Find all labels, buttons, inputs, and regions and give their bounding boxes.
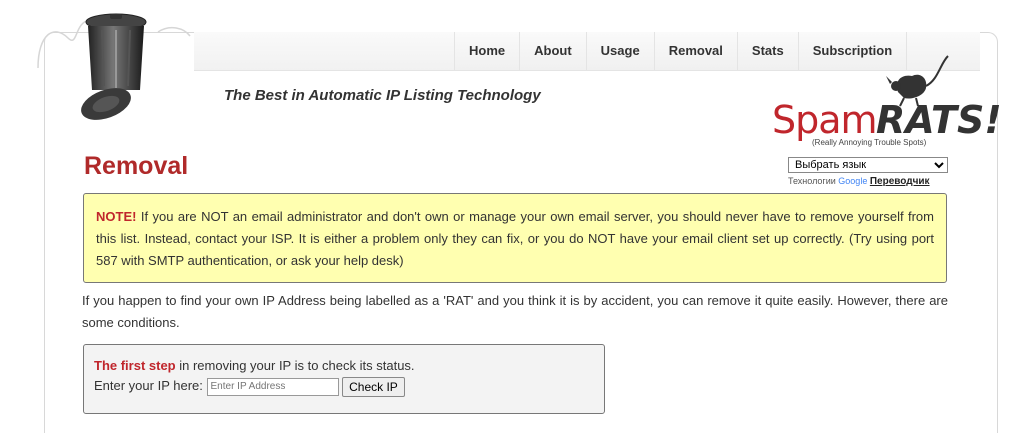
trashcan-logo-icon [81, 13, 147, 120]
logo-subtitle: (Really Annoying Trouble Spots) [812, 138, 927, 147]
nav-home[interactable]: Home [455, 32, 521, 70]
note-text: If you are NOT an email administrator an… [96, 209, 934, 268]
check-ip-row: Enter your IP here: Check IP [94, 376, 594, 397]
logo-rats-text: RATS! [876, 98, 1002, 142]
translate-link[interactable]: Переводчик [870, 176, 930, 187]
powered-prefix: Технологии [788, 176, 836, 186]
ip-label: Enter your IP here: [94, 378, 207, 393]
logo-spam-text: Spam [772, 98, 878, 142]
google-word: Google [838, 176, 868, 186]
intro-paragraph: If you happen to find your own IP Addres… [82, 293, 948, 330]
check-ip-box: The first step in removing your IP is to… [83, 344, 605, 414]
spamrats-logo[interactable]: Spam RATS! (Really Annoying Trouble Spot… [772, 52, 1002, 148]
ip-address-input[interactable] [206, 377, 339, 396]
note-lead: NOTE! [96, 209, 137, 224]
google-logo-text: Google [838, 176, 867, 186]
nav-about[interactable]: About [520, 32, 587, 70]
check-text: in removing your IP is to check its stat… [175, 358, 415, 373]
page-title: Removal [84, 152, 189, 180]
note-box: NOTE! If you are NOT an email administra… [83, 193, 947, 283]
site-tagline: The Best in Automatic IP Listing Technol… [224, 87, 541, 104]
check-lead: The first step [94, 358, 176, 373]
nav-usage[interactable]: Usage [586, 32, 655, 70]
google-translate-widget: Выбрать язык Технологии Google Переводчи… [788, 155, 948, 187]
nav-removal[interactable]: Removal [654, 32, 738, 70]
check-ip-instructions: The first step in removing your IP is to… [94, 356, 594, 376]
check-ip-button[interactable]: Check IP [342, 376, 405, 397]
translate-powered-by: Технологии Google Переводчик [788, 176, 948, 187]
language-select[interactable]: Выбрать язык [788, 157, 948, 173]
